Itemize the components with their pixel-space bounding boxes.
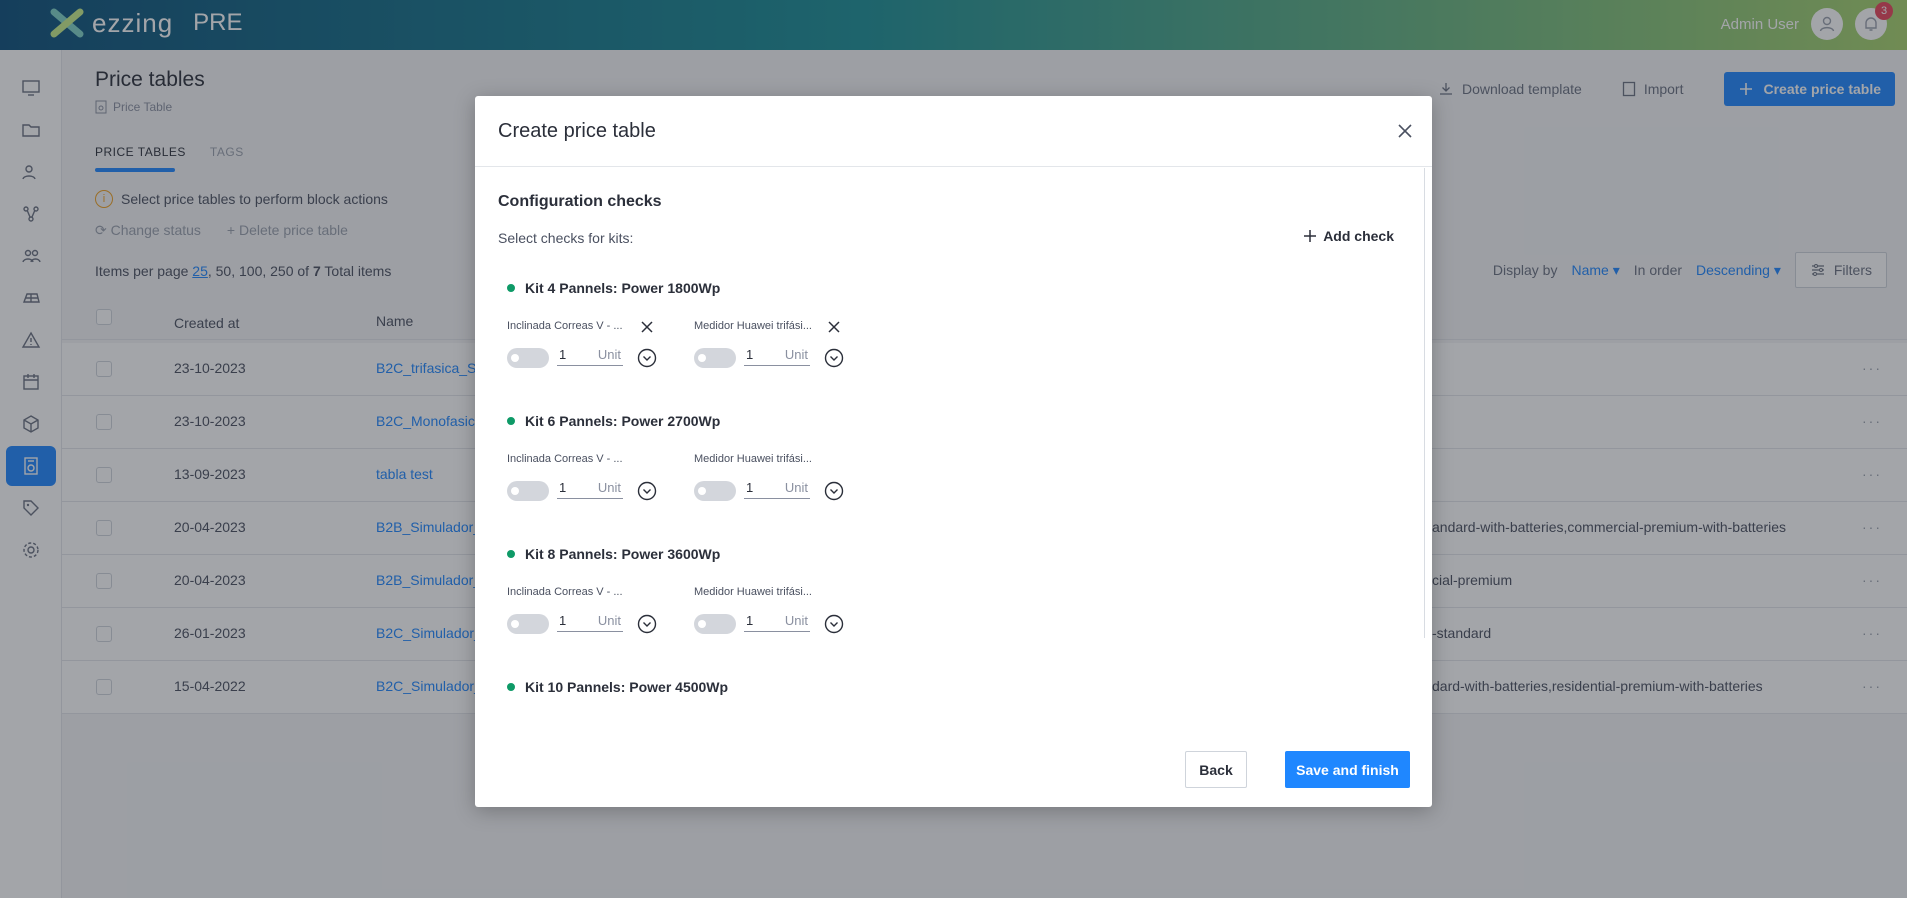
check-label: Medidor Huawei trifási... <box>694 586 812 598</box>
chevron-down-icon[interactable] <box>637 481 657 501</box>
unit-label: Unit <box>597 347 621 362</box>
check-label: Medidor Huawei trifási... <box>694 320 812 332</box>
quantity-value: 1 <box>559 480 567 495</box>
kit-check: Medidor Huawei trifási... 1 Unit <box>694 586 864 646</box>
quantity-field[interactable]: 1 Unit <box>744 610 810 632</box>
check-toggle[interactable] <box>694 481 736 501</box>
chevron-down-icon[interactable] <box>637 348 657 368</box>
close-icon[interactable] <box>638 318 656 336</box>
kit-check: Medidor Huawei trifási... 1 Unit <box>694 320 864 380</box>
add-check-button[interactable]: Add check <box>1303 228 1394 244</box>
create-price-table-modal: Create price table Configuration checks … <box>475 96 1432 807</box>
status-dot <box>507 284 515 292</box>
check-toggle[interactable] <box>507 614 549 634</box>
kit-title: Kit 6 Pannels: Power 2700Wp <box>507 413 720 429</box>
kit-check: Medidor Huawei trifási... 1 Unit <box>694 453 864 513</box>
quantity-field[interactable]: 1 Unit <box>557 344 623 366</box>
quantity-value: 1 <box>559 347 567 362</box>
kit-check: Inclinada Correas V - ... 1 Unit <box>507 586 677 646</box>
check-label: Inclinada Correas V - ... <box>507 453 623 465</box>
quantity-value: 1 <box>559 613 567 628</box>
kit-title: Kit 4 Pannels: Power 1800Wp <box>507 280 720 296</box>
unit-label: Unit <box>597 480 621 495</box>
kit-section: Kit 6 Pannels: Power 2700Wp Inclinada Cor… <box>507 413 1207 543</box>
close-icon[interactable] <box>1394 120 1416 142</box>
quantity-field[interactable]: 1 Unit <box>744 344 810 366</box>
modal-header: Create price table <box>475 96 1432 167</box>
chevron-down-icon[interactable] <box>824 614 844 634</box>
section-subtitle: Select checks for kits: <box>498 230 634 246</box>
kit-section: Kit 8 Pannels: Power 3600Wp Inclinada Cor… <box>507 546 1207 676</box>
status-dot <box>507 550 515 558</box>
chevron-down-icon[interactable] <box>824 481 844 501</box>
status-dot <box>507 683 515 691</box>
modal-scrollbar[interactable] <box>1424 168 1432 638</box>
kit-section: Kit 10 Pannels: Power 4500Wp <box>507 679 1207 713</box>
status-dot <box>507 417 515 425</box>
save-and-finish-button[interactable]: Save and finish <box>1285 751 1410 788</box>
close-icon[interactable] <box>825 318 843 336</box>
modal-body: Configuration checks Select checks for k… <box>475 168 1432 713</box>
unit-label: Unit <box>597 613 621 628</box>
kit-title: Kit 8 Pannels: Power 3600Wp <box>507 546 720 562</box>
check-toggle[interactable] <box>694 614 736 634</box>
unit-label: Unit <box>784 347 808 362</box>
check-label: Inclinada Correas V - ... <box>507 320 623 332</box>
kit-title-text: Kit 4 Pannels: Power 1800Wp <box>525 280 721 296</box>
modal-title: Create price table <box>498 120 656 142</box>
modal-footer: Back Save and finish <box>475 717 1432 807</box>
quantity-value: 1 <box>746 613 754 628</box>
check-toggle[interactable] <box>507 348 549 368</box>
kit-title-text: Kit 6 Pannels: Power 2700Wp <box>525 413 721 429</box>
quantity-field[interactable]: 1 Unit <box>557 610 623 632</box>
quantity-field[interactable]: 1 Unit <box>744 477 810 499</box>
plus-icon <box>1304 230 1317 242</box>
section-title: Configuration checks <box>498 193 662 210</box>
quantity-value: 1 <box>746 347 754 362</box>
kit-title-text: Kit 10 Pannels: Power 4500Wp <box>525 679 729 695</box>
chevron-down-icon[interactable] <box>637 614 657 634</box>
kit-section: Kit 4 Pannels: Power 1800Wp Inclinada Cor… <box>507 280 1207 410</box>
kit-check: Inclinada Correas V - ... 1 Unit <box>507 320 677 380</box>
check-label: Inclinada Correas V - ... <box>507 586 623 598</box>
check-toggle[interactable] <box>694 348 736 368</box>
unit-label: Unit <box>784 480 808 495</box>
add-check-label: Add check <box>1323 228 1394 244</box>
quantity-value: 1 <box>746 480 754 495</box>
back-button[interactable]: Back <box>1185 751 1247 788</box>
kit-title-text: Kit 8 Pannels: Power 3600Wp <box>525 546 721 562</box>
quantity-field[interactable]: 1 Unit <box>557 477 623 499</box>
unit-label: Unit <box>784 613 808 628</box>
check-label: Medidor Huawei trifási... <box>694 453 812 465</box>
kit-check: Inclinada Correas V - ... 1 Unit <box>507 453 677 513</box>
kit-title: Kit 10 Pannels: Power 4500Wp <box>507 679 728 695</box>
chevron-down-icon[interactable] <box>824 348 844 368</box>
check-toggle[interactable] <box>507 481 549 501</box>
